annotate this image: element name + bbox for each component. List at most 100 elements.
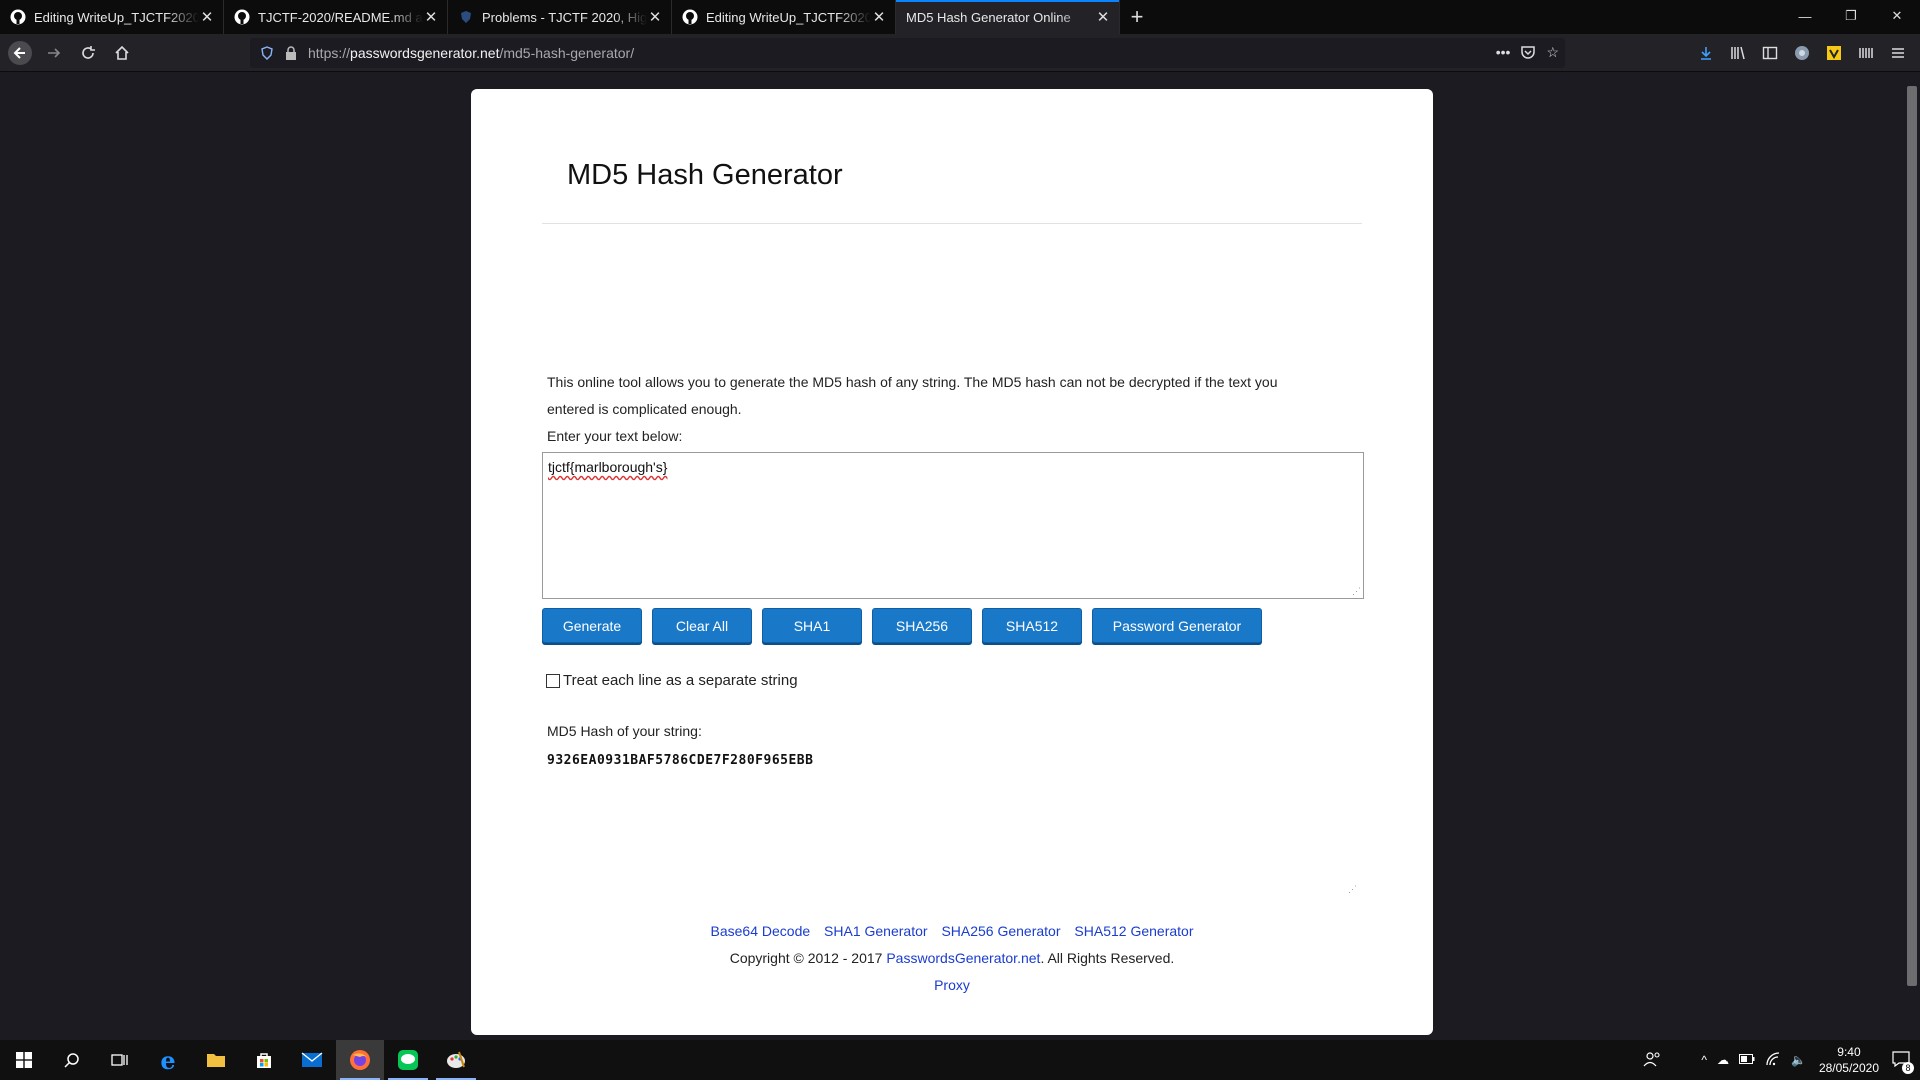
close-window-icon[interactable]: ✕ bbox=[1874, 0, 1920, 32]
footer-link-base64-decode[interactable]: Base64 Decode bbox=[711, 923, 811, 939]
home-icon bbox=[115, 45, 129, 60]
bookmark-star-icon[interactable]: ☆ bbox=[1546, 44, 1559, 63]
people-icon[interactable] bbox=[1643, 1051, 1661, 1070]
input-prompt: Enter your text below: bbox=[547, 428, 683, 444]
forward-button[interactable] bbox=[38, 37, 70, 69]
footer-link-sha512-generator[interactable]: SHA512 Generator bbox=[1074, 923, 1193, 939]
restore-icon[interactable]: ❐ bbox=[1828, 0, 1874, 32]
proxy-link[interactable]: Proxy bbox=[934, 977, 970, 993]
close-tab-icon[interactable]: ✕ bbox=[1095, 8, 1111, 26]
page-actions-icon[interactable]: ••• bbox=[1496, 44, 1511, 63]
url-text[interactable]: https://passwordsgenerator.net/md5-hash-… bbox=[308, 45, 634, 61]
tab-title: Problems - TJCTF 2020, High Sc bbox=[482, 9, 647, 25]
tracking-protection-icon[interactable] bbox=[254, 46, 280, 60]
tab-title: MD5 Hash Generator Online bbox=[906, 9, 1071, 25]
volume-icon[interactable]: 🔈 bbox=[1791, 1053, 1806, 1067]
vpn-extension-icon[interactable] bbox=[1786, 37, 1818, 69]
store-button[interactable] bbox=[240, 1040, 288, 1080]
text-input-area[interactable]: tjctf{marlborough's} ⋰ bbox=[542, 452, 1364, 599]
tab-problems[interactable]: Problems - TJCTF 2020, High Sc ✕ bbox=[448, 0, 672, 34]
hash-output: 9326EA0931BAF5786CDE7F280F965EBB bbox=[547, 753, 814, 768]
paint-taskbar-button[interactable] bbox=[432, 1040, 480, 1080]
forward-arrow-icon bbox=[48, 47, 61, 58]
checkbox-label: Treat each line as a separate string bbox=[563, 672, 798, 689]
onedrive-icon[interactable]: ☁ bbox=[1717, 1053, 1729, 1067]
footer-links: Base64 Decode SHA1 Generator SHA256 Gene… bbox=[471, 923, 1433, 939]
tab-editing-writeup-1[interactable]: Editing WriteUp_TJCTF2020_05 ✕ bbox=[0, 0, 224, 34]
search-icon bbox=[64, 1053, 79, 1068]
sha1-button[interactable]: SHA1 bbox=[762, 608, 862, 643]
proxy-row: Proxy bbox=[471, 977, 1433, 993]
menu-icon[interactable] bbox=[1882, 37, 1914, 69]
home-button[interactable] bbox=[106, 37, 138, 69]
show-hidden-icons-chevron-icon[interactable]: ^ bbox=[1701, 1053, 1707, 1067]
close-tab-icon[interactable]: ✕ bbox=[647, 8, 663, 26]
url-scheme: https:// bbox=[308, 45, 351, 61]
task-view-button[interactable] bbox=[96, 1040, 144, 1080]
sidebar-icon[interactable] bbox=[1754, 37, 1786, 69]
norton-extension-icon[interactable] bbox=[1818, 37, 1850, 69]
search-button[interactable] bbox=[48, 1040, 96, 1080]
sha512-button[interactable]: SHA512 bbox=[982, 608, 1082, 643]
download-icon[interactable] bbox=[1690, 37, 1722, 69]
github-icon bbox=[10, 9, 26, 25]
site-link[interactable]: PasswordsGenerator.net bbox=[886, 950, 1040, 966]
close-tab-icon[interactable]: ✕ bbox=[871, 8, 887, 26]
reload-icon bbox=[82, 45, 95, 59]
firefox-taskbar-button[interactable] bbox=[336, 1040, 384, 1080]
scrollbar[interactable] bbox=[1904, 72, 1920, 1039]
address-bar[interactable]: https://passwordsgenerator.net/md5-hash-… bbox=[250, 38, 1565, 68]
line-app-icon bbox=[398, 1050, 418, 1070]
battery-icon[interactable] bbox=[1738, 1053, 1755, 1067]
hash-label: MD5 Hash of your string: bbox=[547, 723, 702, 739]
back-button[interactable] bbox=[4, 37, 36, 69]
library-icon[interactable] bbox=[1722, 37, 1754, 69]
footer-link-sha256-generator[interactable]: SHA256 Generator bbox=[941, 923, 1060, 939]
tab-readme[interactable]: TJCTF-2020/README.md at ma ✕ bbox=[224, 0, 448, 34]
clock-time: 9:40 bbox=[1837, 1045, 1861, 1059]
footer-link-sha1-generator[interactable]: SHA1 Generator bbox=[824, 923, 928, 939]
scrollbar-thumb[interactable] bbox=[1907, 86, 1917, 986]
clock[interactable]: 9:40 28/05/2020 bbox=[1819, 1044, 1879, 1076]
tab-title: TJCTF-2020/README.md at ma bbox=[258, 9, 423, 25]
pocket-icon[interactable] bbox=[1520, 44, 1536, 63]
file-explorer-button[interactable] bbox=[192, 1040, 240, 1080]
firefox-icon bbox=[350, 1050, 370, 1070]
clear-all-button[interactable]: Clear All bbox=[652, 608, 752, 643]
reload-button[interactable] bbox=[72, 37, 104, 69]
task-view-icon bbox=[111, 1054, 128, 1066]
back-arrow-icon bbox=[8, 40, 32, 65]
tab-title: Editing WriteUp_TJCTF2020_05 bbox=[34, 9, 199, 25]
minimize-icon[interactable]: — bbox=[1782, 0, 1828, 32]
github-icon bbox=[234, 9, 250, 25]
mail-icon bbox=[301, 1052, 323, 1067]
close-tab-icon[interactable]: ✕ bbox=[423, 8, 439, 26]
generate-button[interactable]: Generate bbox=[542, 608, 642, 643]
tab-md5-generator[interactable]: MD5 Hash Generator Online ✕ bbox=[896, 0, 1120, 34]
new-tab-button[interactable]: + bbox=[1120, 0, 1154, 34]
line-taskbar-button[interactable] bbox=[384, 1040, 432, 1080]
navigation-bar: https://passwordsgenerator.net/md5-hash-… bbox=[0, 34, 1920, 72]
separate-lines-option[interactable]: Treat each line as a separate string bbox=[546, 672, 798, 689]
edge-icon: e bbox=[160, 1045, 176, 1075]
page-title: MD5 Hash Generator bbox=[567, 159, 843, 191]
tab-editing-writeup-2[interactable]: Editing WriteUp_TJCTF2020_05 ✕ bbox=[672, 0, 896, 34]
separate-lines-checkbox[interactable] bbox=[546, 673, 560, 688]
copyright-prefix: Copyright © 2012 - 2017 bbox=[729, 950, 887, 966]
resize-grip-icon: ⋰ bbox=[1348, 884, 1357, 894]
mail-button[interactable] bbox=[288, 1040, 336, 1080]
action-center-icon[interactable]: 8 bbox=[1892, 1050, 1914, 1074]
start-button[interactable] bbox=[0, 1040, 48, 1080]
password-generator-button[interactable]: Password Generator bbox=[1092, 608, 1262, 643]
system-tray: ^ ☁ 🔈 9:40 28/05/2020 8 bbox=[1638, 1040, 1920, 1080]
sha256-button[interactable]: SHA256 bbox=[872, 608, 972, 643]
close-tab-icon[interactable]: ✕ bbox=[199, 8, 215, 26]
window-controls: — ❐ ✕ bbox=[1782, 0, 1920, 32]
lock-icon[interactable] bbox=[280, 46, 302, 60]
wifi-icon[interactable] bbox=[1765, 1051, 1781, 1069]
resize-grip-icon[interactable]: ⋰ bbox=[1352, 587, 1361, 596]
extension-bars-icon[interactable] bbox=[1850, 37, 1882, 69]
windows-taskbar: e ^ ☁ 🔈 9:40 28/05/2020 8 bbox=[0, 1040, 1920, 1080]
edge-taskbar-button[interactable]: e bbox=[144, 1040, 192, 1080]
tab-title: Editing WriteUp_TJCTF2020_05 bbox=[706, 9, 871, 25]
